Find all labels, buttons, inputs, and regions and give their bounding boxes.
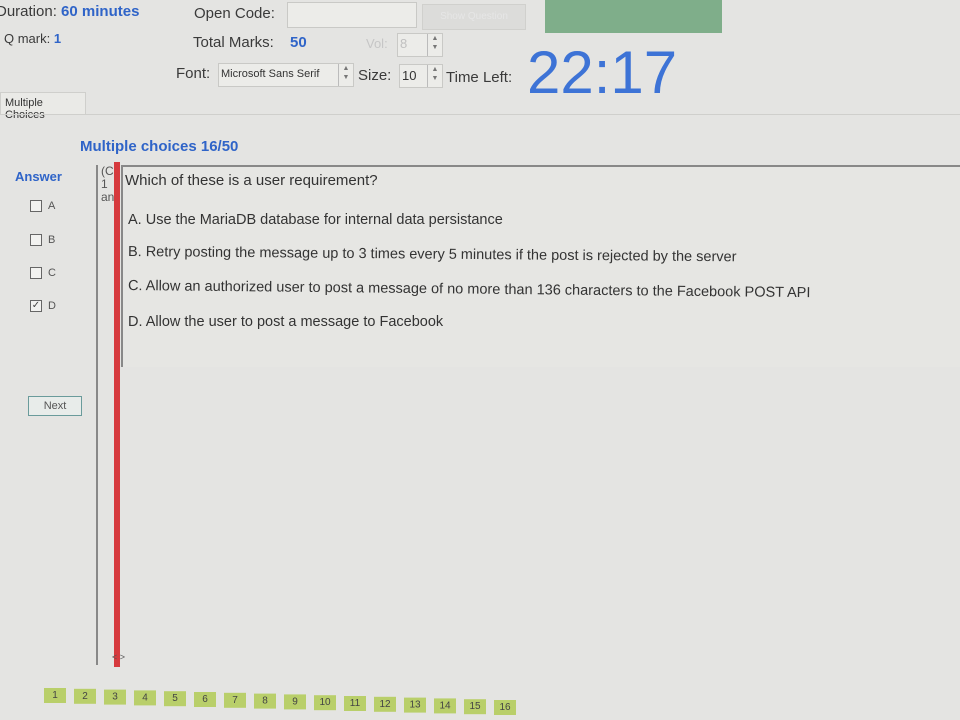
question-number-button[interactable]: 6 <box>194 692 216 707</box>
vol-stepper[interactable]: 8 ▲ ▼ <box>397 33 443 57</box>
next-button[interactable]: Next <box>28 396 82 416</box>
duration: Duration: 60 minutes <box>0 3 139 20</box>
timer: 22:17 <box>527 39 678 106</box>
question-text: Which of these is a user requirement? <box>125 172 378 189</box>
font-select[interactable]: Microsoft Sans Serif ▲ ▼ <box>218 63 354 87</box>
question-number-button[interactable]: 1 <box>44 688 66 703</box>
section-title: Multiple choices 16/50 <box>80 138 239 155</box>
question-number-button[interactable]: 4 <box>134 690 156 706</box>
question-number-button[interactable]: 3 <box>104 689 126 705</box>
size-stepper[interactable]: 10 ▲ ▼ <box>399 64 443 88</box>
question-navigator: 1 2 3 4 5 6 7 8 9 10 11 12 13 14 15 16 <box>44 688 516 715</box>
total-marks-label: Total Marks: <box>193 34 274 51</box>
checkbox-label: A <box>48 200 56 212</box>
spin-arrows-icon[interactable]: ▲ ▼ <box>427 65 442 87</box>
question-number-button[interactable]: 11 <box>344 696 366 711</box>
question-number-button[interactable]: 8 <box>254 693 276 709</box>
divider <box>0 114 960 115</box>
answer-checkbox-a[interactable]: A <box>30 200 55 212</box>
option-d: D. Allow the user to post a message to F… <box>128 314 444 330</box>
question-number-button[interactable]: 14 <box>434 698 456 714</box>
question-number-button[interactable]: 13 <box>404 697 426 713</box>
red-indicator-bar <box>114 162 120 667</box>
size-label: Size: <box>358 67 392 84</box>
status-panel <box>545 0 722 33</box>
show-question-button[interactable]: Show Question <box>422 4 526 30</box>
checkbox-icon[interactable] <box>30 200 42 212</box>
question-number-button[interactable]: 5 <box>164 691 186 707</box>
question-number-button[interactable]: 16 <box>494 700 516 715</box>
checkbox-label: B <box>48 234 56 246</box>
scroll-arrows[interactable]: < > <box>112 652 125 662</box>
qmark-value: 1 <box>53 31 62 46</box>
question-panel <box>121 165 960 367</box>
option-a: A. Use the MariaDB database for internal… <box>128 212 503 228</box>
checkbox-icon[interactable] <box>30 234 42 246</box>
question-number-button[interactable]: 12 <box>374 696 396 712</box>
size-value: 10 <box>402 68 417 83</box>
answer-title: Answer <box>15 169 62 184</box>
vol-label: Vol: <box>366 36 388 51</box>
checkbox-label: D <box>48 300 56 312</box>
answer-checkbox-b[interactable]: B <box>30 234 55 246</box>
question-number-button[interactable]: 15 <box>464 699 486 715</box>
spin-arrows-icon[interactable]: ▲ ▼ <box>427 34 442 56</box>
question-number-button[interactable]: 7 <box>224 692 246 708</box>
question-number-button[interactable]: 9 <box>284 694 306 710</box>
spin-arrows-icon[interactable]: ▲ ▼ <box>338 64 353 86</box>
open-code-input[interactable] <box>287 2 417 28</box>
total-marks-value: 50 <box>290 34 307 51</box>
answer-checkbox-c[interactable]: C <box>30 267 56 279</box>
checkbox-icon[interactable] <box>30 267 42 279</box>
q-mark: Q mark: 1 <box>4 31 61 46</box>
answer-checkbox-d[interactable]: ✓ D <box>30 300 56 312</box>
checkbox-checked-icon[interactable]: ✓ <box>30 300 42 312</box>
question-number-button[interactable]: 10 <box>314 695 336 711</box>
vol-value: 8 <box>400 36 408 51</box>
checkbox-label: C <box>48 267 56 279</box>
open-code-label: Open Code: <box>194 5 275 22</box>
time-left-label: Time Left: <box>446 69 513 86</box>
qmark-label: Q mark: <box>4 31 51 46</box>
duration-value: 60 minutes <box>61 3 140 20</box>
tab-multiple-choices[interactable]: Multiple Choices <box>0 92 86 121</box>
font-value: Microsoft Sans Serif <box>221 68 320 80</box>
question-number-button[interactable]: 2 <box>74 688 96 704</box>
duration-label: Duration: <box>0 3 57 20</box>
font-label: Font: <box>176 65 211 82</box>
